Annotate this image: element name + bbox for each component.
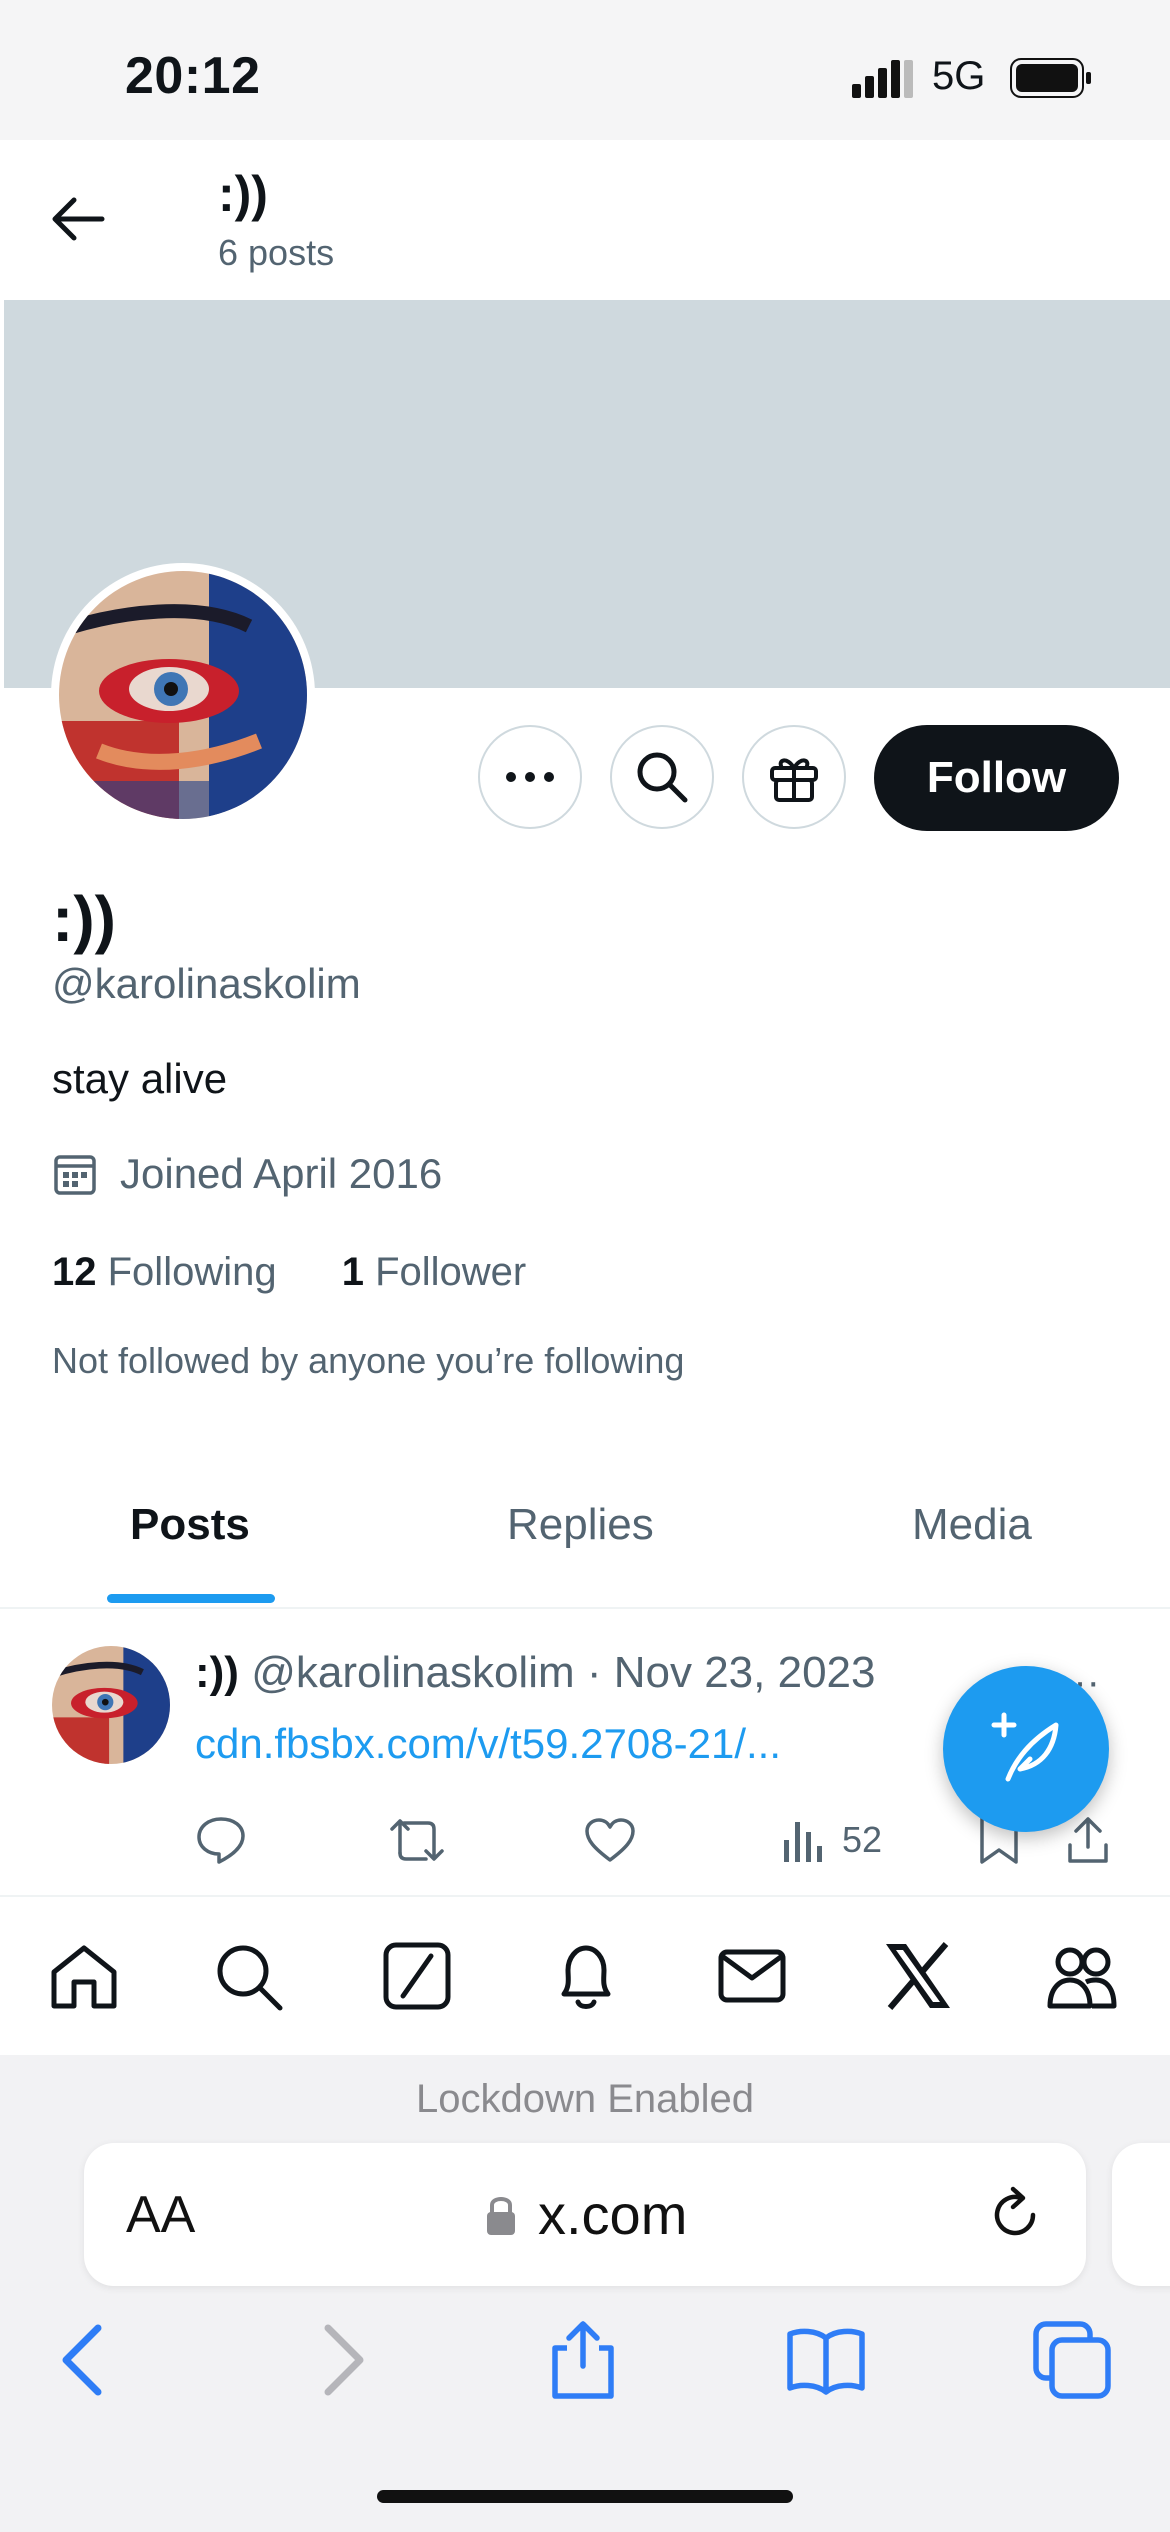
back-arrow-icon[interactable]: [50, 195, 106, 243]
signal-icon: [852, 60, 913, 98]
like-button[interactable]: [584, 1815, 636, 1865]
next-tab-preview[interactable]: [1112, 2143, 1170, 2286]
profile-header: [0, 140, 1170, 300]
more-options-button[interactable]: [478, 725, 582, 829]
browser-forward-icon[interactable]: [300, 2320, 380, 2400]
profile-handle: @karolinaskolim: [52, 960, 361, 1007]
views-icon: [784, 1822, 822, 1862]
retweet-icon: [390, 1819, 444, 1861]
share-button[interactable]: [1066, 1815, 1110, 1865]
not-followed-note: Not followed by anyone you’re following: [52, 1340, 685, 1381]
reload-icon[interactable]: [985, 2185, 1045, 2245]
browser-back-icon[interactable]: [46, 2320, 126, 2400]
reply-icon: [197, 1817, 245, 1864]
grok-icon[interactable]: [381, 1940, 453, 2012]
communities-icon[interactable]: [1046, 1940, 1118, 2012]
active-tab-indicator: [107, 1594, 275, 1603]
lock-icon: [487, 2196, 515, 2235]
lockdown-label: Lockdown Enabled: [415, 2077, 755, 2121]
search-icon[interactable]: [212, 1940, 284, 2012]
url-text: x.com: [538, 2183, 688, 2246]
post-avatar[interactable]: [52, 1646, 170, 1764]
bookmarks-icon[interactable]: [786, 2320, 866, 2400]
compose-button[interactable]: [943, 1666, 1109, 1832]
gift-icon: [770, 758, 818, 802]
post-link[interactable]: cdn.fbsbx.com/v/t59.2708-21/...: [195, 1720, 781, 1768]
post-meta: :)) @karolinaskolim · Nov 23, 2023: [195, 1648, 875, 1698]
home-indicator: [377, 2490, 793, 2503]
tab-replies[interactable]: Replies: [507, 1500, 654, 1550]
calendar-icon: [54, 1155, 96, 1195]
mail-icon[interactable]: [716, 1940, 788, 2012]
avatar[interactable]: [59, 571, 307, 819]
following-label: Following: [107, 1250, 277, 1294]
status-time: 20:12: [125, 47, 261, 105]
avatar-painting-icon: [59, 571, 307, 819]
tab-posts[interactable]: Posts: [130, 1500, 250, 1550]
views-button[interactable]: 52: [782, 1815, 882, 1865]
profile-name: :)): [52, 883, 116, 955]
follow-button[interactable]: Follow: [874, 725, 1119, 831]
header-title: :)): [218, 166, 268, 222]
like-icon: [585, 1818, 635, 1862]
retweet-button[interactable]: [390, 1815, 444, 1865]
post-handle-date: @karolinaskolim · Nov 23, 2023: [251, 1648, 876, 1697]
post-author-name[interactable]: :)): [195, 1648, 239, 1697]
search-icon: [637, 752, 688, 803]
followers-label: Follower: [375, 1250, 527, 1294]
text-size-button[interactable]: AA: [126, 2185, 195, 2245]
followers-link[interactable]: 1 Follower: [342, 1250, 527, 1294]
browser-toolbar: [0, 2055, 1170, 2532]
views-count: 52: [842, 1819, 883, 1860]
battery-icon: [1010, 58, 1091, 98]
search-profile-button[interactable]: [610, 725, 714, 829]
joined-label: Joined April 2016: [120, 1150, 443, 1197]
following-link[interactable]: 12 Following: [52, 1250, 277, 1294]
joined-date: Joined April 2016: [52, 1150, 442, 1198]
following-count: 12: [52, 1250, 97, 1294]
follow-stats: 12 Following 1 Follower: [52, 1250, 526, 1295]
bell-icon[interactable]: [550, 1940, 622, 2012]
profile-bio: stay alive: [52, 1055, 228, 1102]
tab-media[interactable]: Media: [912, 1500, 1032, 1550]
network-label: 5G: [932, 54, 986, 98]
header-post-count: 6 posts: [218, 232, 335, 273]
compose-icon: [991, 1712, 1059, 1782]
x-logo-icon[interactable]: [882, 1940, 954, 2012]
tabs-icon[interactable]: [1032, 2320, 1112, 2400]
gift-button[interactable]: [742, 725, 846, 829]
url-display[interactable]: x.com: [484, 2182, 687, 2247]
more-icon: [506, 772, 554, 782]
share-icon: [1068, 1817, 1108, 1863]
followers-count: 1: [341, 1250, 364, 1294]
tabs-divider: [0, 1607, 1170, 1609]
browser-share-icon[interactable]: [543, 2320, 623, 2400]
avatar-painting-icon: [52, 1646, 170, 1764]
home-icon[interactable]: [48, 1940, 120, 2012]
reply-button[interactable]: [195, 1815, 247, 1865]
